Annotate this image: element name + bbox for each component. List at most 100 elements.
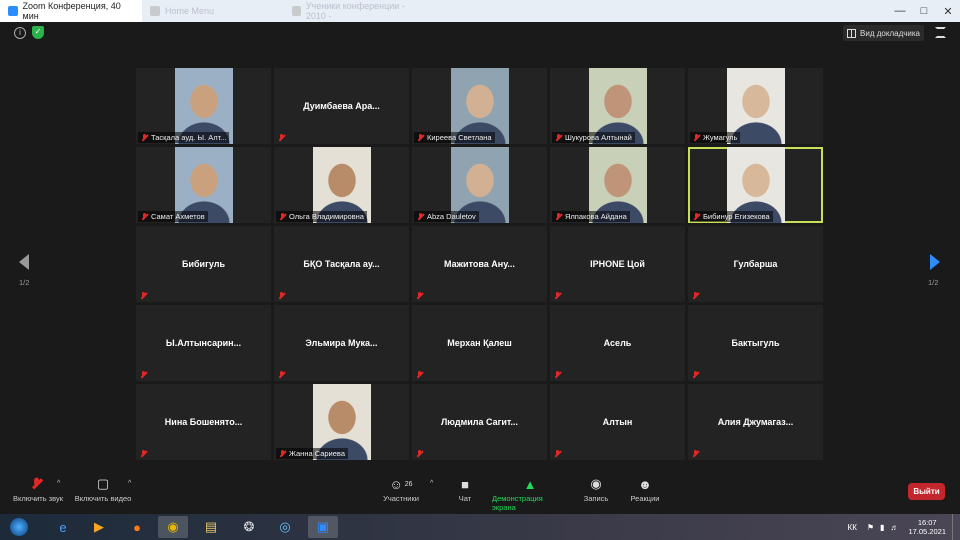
media-player-icon[interactable]: ▶ xyxy=(84,516,114,538)
participant-tile[interactable]: Дуимбаева Ара... xyxy=(274,68,409,144)
participant-tile[interactable]: Шукурова Алтынай xyxy=(550,68,685,144)
chat-icon: ■ xyxy=(461,476,469,492)
unmute-button[interactable]: Включить звук xyxy=(12,474,64,503)
participant-tile[interactable]: Жанна Сариева xyxy=(274,384,409,460)
participant-tile[interactable]: IPHONE Цой xyxy=(550,226,685,302)
muted-mic-icon xyxy=(692,371,699,379)
participant-name: Бибигуль xyxy=(182,259,225,269)
participant-tile[interactable]: БҚО Тасқала ау... xyxy=(274,226,409,302)
participant-name: Киреева Светлана xyxy=(427,133,492,142)
record-button[interactable]: ◉ Запись xyxy=(583,474,609,503)
participant-name-label: Самат Ахметов xyxy=(138,211,208,222)
participant-tile[interactable]: Ялпакова Айдана xyxy=(550,147,685,223)
muted-mic-icon xyxy=(555,212,562,221)
start-video-button[interactable]: ▢ Включить видео xyxy=(74,474,132,503)
speaker-view-button[interactable]: Вид докладчика xyxy=(843,25,924,41)
reactions-icon: ☻ xyxy=(638,476,652,492)
muted-mic-icon xyxy=(416,292,423,300)
participant-tile[interactable]: Эльмира Мука... xyxy=(274,305,409,381)
participant-tile[interactable]: Алтын xyxy=(550,384,685,460)
participant-tile[interactable]: Бибигуль xyxy=(136,226,271,302)
muted-mic-icon xyxy=(140,450,147,458)
firefox-icon[interactable]: ● xyxy=(122,516,152,538)
info-icon[interactable]: i xyxy=(14,27,26,39)
tab-home-menu[interactable]: Home Menu xyxy=(142,0,284,22)
file-explorer-icon[interactable]: ▤ xyxy=(196,516,226,538)
tab-label: Ученики конференции - 2010 - xyxy=(305,1,405,21)
zoom-window: Zoom Конференция, 40 мин Home Menu Учени… xyxy=(0,0,960,540)
participants-options-caret-icon[interactable]: ^ xyxy=(430,480,433,487)
participant-tile[interactable]: Бактыгуль xyxy=(688,305,823,381)
minimize-icon[interactable]: — xyxy=(888,0,912,22)
participant-name: Людмила Сагит... xyxy=(440,417,519,427)
participant-tile[interactable]: Алия Джумагаз... xyxy=(688,384,823,460)
start-button-icon[interactable] xyxy=(4,516,34,538)
muted-mic-icon xyxy=(554,292,561,300)
muted-mic-icon xyxy=(554,371,561,379)
security-shield-icon[interactable]: ✓ xyxy=(32,26,44,39)
participant-name: Бибинур Егизекова xyxy=(703,212,770,221)
participant-tile[interactable]: Мажитова Ану... xyxy=(412,226,547,302)
chat-label: Чат xyxy=(458,494,472,503)
chat-button[interactable]: ■ Чат xyxy=(455,474,475,504)
volume-icon[interactable]: ♬ xyxy=(890,523,898,532)
zoom-icon xyxy=(8,6,18,16)
participant-tile[interactable]: Ольга Владимировна xyxy=(274,147,409,223)
flag-icon[interactable]: ⚑ xyxy=(867,523,874,532)
leave-meeting-button[interactable]: Выйти xyxy=(908,483,945,500)
share-screen-button[interactable]: ▲ Демонстрация экрана xyxy=(492,474,568,513)
next-page-arrow-icon[interactable] xyxy=(930,254,940,270)
participant-tile[interactable]: Самат Ахметов xyxy=(136,147,271,223)
maximize-icon[interactable]: □ xyxy=(912,0,936,22)
participant-tile[interactable]: Асель xyxy=(550,305,685,381)
muted-mic-icon xyxy=(279,449,286,458)
participant-tile[interactable]: Нина Бошенято... xyxy=(136,384,271,460)
muted-mic-icon xyxy=(417,212,424,221)
chrome-icon[interactable]: ◉ xyxy=(158,516,188,538)
app-icon[interactable]: ◎ xyxy=(270,516,300,538)
tab-zoom-meeting[interactable]: Zoom Конференция, 40 мин xyxy=(0,0,142,22)
share-screen-icon: ▲ xyxy=(523,476,537,492)
fullscreen-icon[interactable] xyxy=(935,27,946,38)
internet-explorer-icon[interactable]: e xyxy=(48,516,78,538)
participant-tile[interactable]: Мерхан Қалеш xyxy=(412,305,547,381)
clock[interactable]: 16:07 17.05.2021 xyxy=(908,518,946,536)
participant-tile[interactable]: Abza Dauletov xyxy=(412,147,547,223)
participant-tile[interactable]: Киреева Светлана xyxy=(412,68,547,144)
muted-mic-icon xyxy=(693,133,700,142)
participant-name-label: Abza Dauletov xyxy=(414,211,479,222)
reactions-button[interactable]: ☻ Реакции xyxy=(629,474,661,504)
reactions-label: Реакции xyxy=(630,494,660,503)
audio-options-caret-icon[interactable]: ^ xyxy=(57,480,60,487)
participant-name-label: Ольга Владимировна xyxy=(276,211,367,222)
muted-mic-icon xyxy=(278,292,285,300)
film-reel-icon[interactable]: ❂ xyxy=(234,516,264,538)
muted-mic-icon xyxy=(140,371,147,379)
participant-tile[interactable]: Людмила Сагит... xyxy=(412,384,547,460)
close-icon[interactable]: ✕ xyxy=(936,0,960,22)
participant-name: Жанна Сариева xyxy=(289,449,345,458)
participant-tile[interactable]: Тасқала ауд. Ы. Алт... xyxy=(136,68,271,144)
previous-page-arrow-icon[interactable] xyxy=(19,254,29,270)
participant-tile[interactable]: Жумагуль xyxy=(688,68,823,144)
network-icon[interactable]: ▮ xyxy=(880,523,884,532)
participant-name: IPHONE Цой xyxy=(590,259,645,269)
muted-mic-icon xyxy=(278,134,285,142)
participant-name-label: Бибинур Егизекова xyxy=(690,211,773,222)
participant-name: Ялпакова Айдана xyxy=(565,212,627,221)
video-options-caret-icon[interactable]: ^ xyxy=(128,480,131,487)
muted-mic-icon xyxy=(33,474,43,494)
muted-mic-icon xyxy=(417,133,424,142)
zoom-taskbar-icon[interactable]: ▣ xyxy=(308,516,338,538)
participant-name: Ы.Алтынсарин... xyxy=(165,338,242,348)
language-indicator[interactable]: КК xyxy=(848,523,857,532)
tab-background-window[interactable]: Ученики конференции - 2010 - xyxy=(284,0,426,22)
participant-tile[interactable]: Бибинур Егизекова xyxy=(688,147,823,223)
show-desktop-button[interactable] xyxy=(952,514,960,540)
participant-tile[interactable]: Ы.Алтынсарин... xyxy=(136,305,271,381)
participants-button[interactable]: ☺ 26 Участники xyxy=(383,474,419,504)
participant-name-label: Шукурова Алтынай xyxy=(552,132,635,143)
participant-tile[interactable]: Гулбарша xyxy=(688,226,823,302)
app-icon xyxy=(150,6,160,16)
unmute-label: Включить звук xyxy=(12,494,64,503)
